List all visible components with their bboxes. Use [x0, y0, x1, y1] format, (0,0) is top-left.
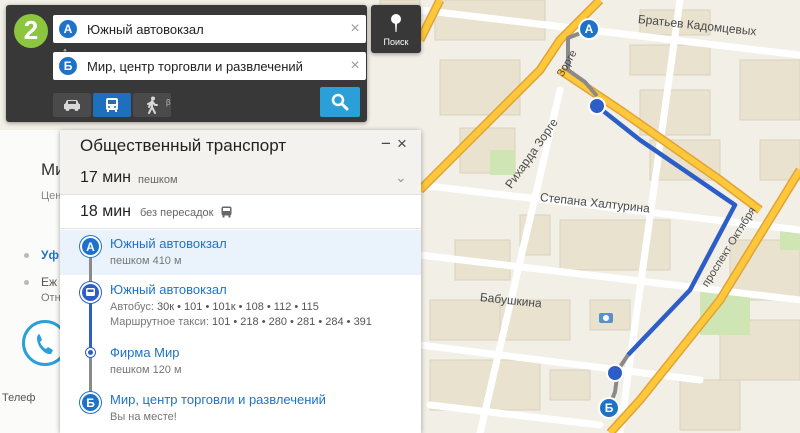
- bus-stop-icon: [80, 282, 101, 303]
- taxi-routes: 101 • 218 • 280 • 281 • 284 • 391: [211, 316, 372, 328]
- transit-header: Общественный транспорт − ×: [60, 130, 421, 162]
- step-stop-sub: пешком 120 м: [110, 364, 182, 376]
- route-to-field[interactable]: Б Мир, центр торговли и развлечений ×: [53, 52, 366, 80]
- walk-time: 17 мин: [80, 169, 132, 186]
- map-marker-a-label: А: [584, 22, 594, 36]
- taxi-label: Маршрутное такси:: [110, 316, 209, 328]
- walk-icon: [147, 96, 158, 114]
- route-to-value[interactable]: Мир, центр торговли и развлечений: [87, 59, 344, 74]
- marker-b-icon: Б: [59, 57, 77, 75]
- firm-card-line2: Отн: [41, 292, 61, 304]
- search-icon: [331, 93, 349, 111]
- pin-icon: [391, 14, 401, 32]
- transit-title: Общественный транспорт: [80, 136, 287, 155]
- mode-bus-button[interactable]: [93, 93, 131, 117]
- mode-car-button[interactable]: [53, 93, 91, 117]
- route-steps: А Южный автовокзал пешком 410 м Южный ав…: [60, 230, 421, 433]
- step-start-title[interactable]: Южный автовокзал: [110, 236, 227, 251]
- walk-beta-badge: β: [166, 98, 171, 107]
- clear-from-icon[interactable]: ×: [344, 20, 366, 38]
- route-panel: 2 А Южный автовокзал × ↕ Б Мир, центр то…: [6, 5, 367, 122]
- step-start-sub: пешком 410 м: [110, 255, 182, 267]
- close-button[interactable]: ×: [397, 134, 407, 154]
- step-taxi-routes: Маршрутное такси: 101 • 218 • 280 • 281 …: [110, 316, 372, 328]
- firm-card-background: Ми Цен Уф Еж Отн Телеф: [0, 130, 68, 433]
- transit-time: 18 мин: [80, 203, 132, 220]
- step-end-sub: Вы на месте!: [110, 411, 177, 423]
- search-button[interactable]: Поиск: [371, 5, 421, 53]
- minimize-button[interactable]: −: [381, 134, 391, 154]
- bus-label: Автобус:: [110, 301, 154, 313]
- bullet-icon: [24, 280, 29, 285]
- walk-option-row[interactable]: 17 мин пешком ⌄: [60, 162, 421, 195]
- step-end-title[interactable]: Мир, центр торговли и развлечений: [110, 392, 326, 407]
- bus-icon: [221, 206, 232, 218]
- map-marker-a[interactable]: А: [578, 18, 600, 40]
- bus-icon: [106, 98, 118, 112]
- chevron-down-icon[interactable]: ⌄: [395, 169, 407, 186]
- bullet-icon: [24, 253, 29, 258]
- search-button-label: Поиск: [383, 37, 409, 47]
- firm-card-subtitle: Цен: [41, 190, 62, 202]
- car-icon: [64, 100, 80, 111]
- bus-routes: 30к • 101 • 101к • 108 • 112 • 115: [157, 301, 319, 313]
- build-route-button[interactable]: [320, 87, 360, 117]
- logo-2gis[interactable]: 2: [14, 14, 48, 48]
- marker-b-icon: Б: [80, 392, 101, 413]
- transit-panel: Общественный транспорт − × 17 мин пешком…: [60, 130, 421, 433]
- route-from-field[interactable]: А Южный автовокзал ×: [53, 15, 366, 43]
- step-bus-routes: Автобус: 30к • 101 • 101к • 108 • 112 • …: [110, 301, 319, 313]
- route-from-value[interactable]: Южный автовокзал: [87, 22, 344, 37]
- marker-a-icon: А: [80, 236, 101, 257]
- firm-card-line1: Еж: [41, 275, 58, 289]
- logo-text: 2: [23, 15, 39, 45]
- firm-card-link[interactable]: Уф: [41, 248, 59, 262]
- walk-mode-label: пешком: [138, 174, 178, 186]
- firm-card-phone-label: Телеф: [2, 392, 36, 404]
- map-marker-b[interactable]: Б: [598, 397, 620, 419]
- step-bus-title[interactable]: Южный автовокзал: [110, 282, 227, 297]
- transit-option-row[interactable]: 18 мин без пересадок: [60, 195, 421, 229]
- marker-a-icon: А: [59, 20, 77, 38]
- stop-dot-icon: [86, 348, 95, 357]
- clear-to-icon[interactable]: ×: [344, 57, 366, 75]
- transit-note: без пересадок: [140, 207, 214, 219]
- map-marker-b-label: Б: [604, 401, 614, 415]
- step-stop-title[interactable]: Фирма Мир: [110, 345, 179, 360]
